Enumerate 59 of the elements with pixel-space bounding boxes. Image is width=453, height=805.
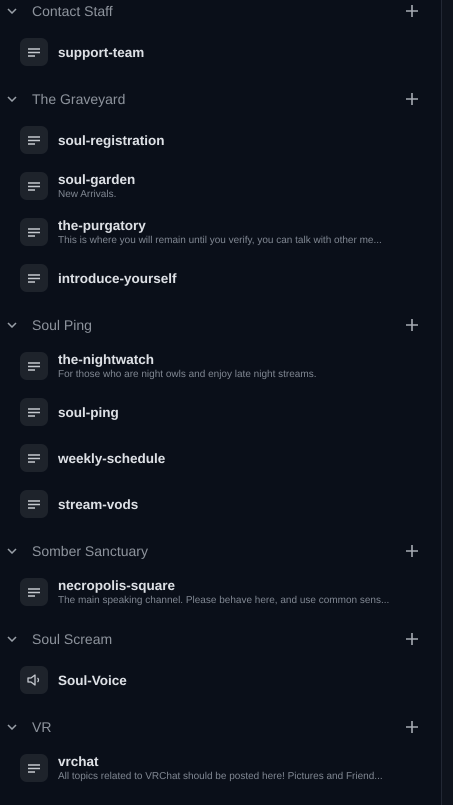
category-name: Contact Staff	[32, 3, 114, 19]
text-lines-icon	[28, 764, 40, 772]
category-header[interactable]: The Graveyard	[0, 81, 441, 117]
channel-item[interactable]: introduce-yourself	[0, 255, 441, 301]
channel-name: introduce-yourself	[58, 270, 177, 286]
category-header[interactable]: Somber Sanctuary	[0, 533, 441, 569]
channel-name: the-purgatory	[58, 218, 147, 233]
category-header[interactable]: Soul Scream	[0, 621, 441, 657]
category-header[interactable]: Contact Staff	[0, 0, 441, 29]
channel-name: support-team	[58, 44, 144, 60]
channel-name: necropolis-square	[58, 578, 176, 593]
text-lines-icon	[28, 454, 40, 462]
text-lines-icon	[28, 274, 40, 282]
channel-item[interactable]: necropolis-square The main speaking channel. Please behave here, and use common sens...	[0, 569, 441, 615]
channel-name: soul-registration	[58, 132, 165, 148]
channel-item[interactable]: weekly-schedule	[0, 435, 441, 481]
channel-topic: All topics related to VRChat should be posted here! Pictures and Friend...	[58, 771, 383, 782]
text-lines-icon	[28, 362, 40, 370]
channel-name: soul-garden	[58, 172, 136, 187]
text-lines-icon	[28, 228, 40, 236]
channel-item[interactable]: soul-ping	[0, 389, 441, 435]
add-icon[interactable]	[406, 545, 418, 557]
channel-topic: New Arrivals.	[58, 189, 118, 200]
category-name: Soul Ping	[32, 317, 93, 333]
category-header[interactable]: Soul Ping	[0, 307, 441, 343]
add-icon[interactable]	[406, 633, 418, 645]
channel-item[interactable]: support-team	[0, 29, 441, 75]
category-header[interactable]: VR	[0, 709, 441, 745]
channel-topic: The main speaking channel. Please behave here, and use common sens...	[58, 595, 390, 606]
text-lines-icon	[28, 136, 40, 144]
text-lines-icon	[28, 408, 40, 416]
channel-topic: This is where you will remain until you verify, you can talk with other me...	[58, 235, 382, 246]
channel-name: Soul-Voice	[58, 672, 127, 688]
category-name: Somber Sanctuary	[32, 543, 149, 559]
channel-topic: For those who are night owls and enjoy late night streams.	[58, 369, 316, 380]
text-lines-icon	[28, 48, 40, 56]
text-lines-icon	[28, 182, 40, 190]
text-lines-icon	[28, 500, 40, 508]
channel-item[interactable]: stream-vods	[0, 481, 441, 527]
text-lines-icon	[28, 588, 40, 596]
channel-name: weekly-schedule	[58, 450, 166, 466]
channel-name: soul-ping	[58, 404, 119, 420]
channel-item[interactable]: vrchat All topics related to VRChat should be posted here! Pictures and Friend...	[0, 745, 441, 791]
channel-item[interactable]: soul-registration	[0, 117, 441, 163]
add-icon[interactable]	[406, 5, 418, 17]
add-icon[interactable]	[406, 93, 418, 105]
channel-name: stream-vods	[58, 496, 138, 512]
category-name: Soul Scream	[32, 631, 114, 647]
add-icon[interactable]	[406, 319, 418, 331]
channel-name: vrchat	[58, 754, 100, 769]
channel-item[interactable]: Soul-Voice	[0, 657, 441, 703]
channel-item[interactable]: soul-garden New Arrivals.	[0, 163, 441, 209]
channel-item[interactable]: the-purgatory This is where you will remain until you verify, you can talk with other me...	[0, 209, 441, 255]
channel-name: the-nightwatch	[58, 352, 155, 367]
add-icon[interactable]	[406, 721, 418, 733]
speaker-icon	[27, 674, 41, 686]
category-name: VR	[32, 719, 52, 735]
category-name: The Graveyard	[32, 91, 126, 107]
channel-item[interactable]: the-nightwatch For those who are night owls and enjoy late night streams.	[0, 343, 441, 389]
